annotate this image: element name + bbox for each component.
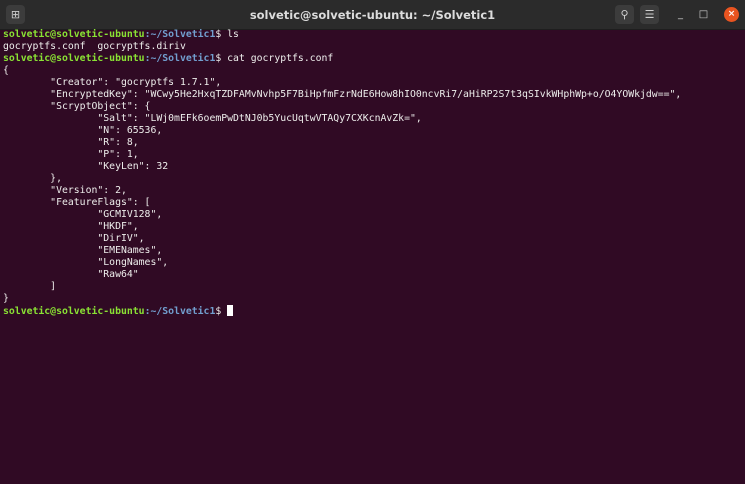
output-line: "R": 8, (3, 137, 139, 148)
output-line: } (3, 293, 9, 304)
title-bar: ⊞ solvetic@solvetic-ubuntu: ~/Solvetic1 … (0, 0, 745, 30)
output-line: "N": 65536, (3, 125, 163, 136)
output-line: "DirIV", (3, 233, 145, 244)
output-line: "Creator": "gocryptfs 1.7.1", (3, 77, 222, 88)
prompt-path: :~/Solvetic1 (144, 29, 216, 40)
prompt-user-host: solvetic@solvetic-ubuntu (3, 53, 145, 64)
prompt-line: solvetic@solvetic-ubuntu:~/Solvetic1$ ca… (3, 53, 681, 65)
scrollbar[interactable] (741, 30, 745, 484)
text-cursor (227, 305, 234, 316)
command-text: ls (221, 29, 239, 40)
prompt-line: solvetic@solvetic-ubuntu:~/Solvetic1$ ls (3, 29, 681, 41)
output-line: gocryptfs.conf gocryptfs.diriv (3, 41, 186, 52)
output-line: "Salt": "LWj0mEFk6oemPwDtNJ0b5YucUqtwVTA… (3, 113, 422, 124)
output-line: "HKDF", (3, 221, 139, 232)
prompt-user-host: solvetic@solvetic-ubuntu (3, 29, 145, 40)
output-line: "EMENames", (3, 245, 163, 256)
menu-button[interactable]: ☰ (640, 5, 659, 24)
output-line: "Raw64" (3, 269, 139, 280)
search-button[interactable]: ⚲ (615, 5, 634, 24)
hamburger-menu-icon: ☰ (644, 8, 655, 21)
minimize-button[interactable]: _ (674, 8, 687, 21)
output-line: "KeyLen": 32 (3, 161, 169, 172)
output-line: "FeatureFlags": [ (3, 197, 151, 208)
maximize-button[interactable]: □ (697, 8, 710, 21)
prompt-user-host: solvetic@solvetic-ubuntu (3, 306, 145, 317)
output-line: "EncryptedKey": "WCwy5He2HxqTZDFAMvNvhp5… (3, 89, 682, 100)
prompt-path: :~/Solvetic1 (144, 306, 216, 317)
close-button[interactable]: × (724, 7, 739, 22)
output-line: "ScryptObject": { (3, 101, 151, 112)
output-line: "LongNames", (3, 257, 169, 268)
terminal-output[interactable]: solvetic@solvetic-ubuntu:~/Solvetic1$ ls… (3, 29, 681, 317)
command-text: cat gocryptfs.conf (221, 53, 334, 64)
output-line: "GCMIV128", (3, 209, 163, 220)
output-line: "Version": 2, (3, 185, 127, 196)
prompt-line: solvetic@solvetic-ubuntu:~/Solvetic1$ (3, 305, 681, 317)
output-line: "P": 1, (3, 149, 139, 160)
output-line: { (3, 65, 9, 76)
prompt-path: :~/Solvetic1 (144, 53, 216, 64)
search-icon: ⚲ (620, 8, 629, 21)
output-line: }, (3, 173, 62, 184)
output-line: ] (3, 281, 57, 292)
